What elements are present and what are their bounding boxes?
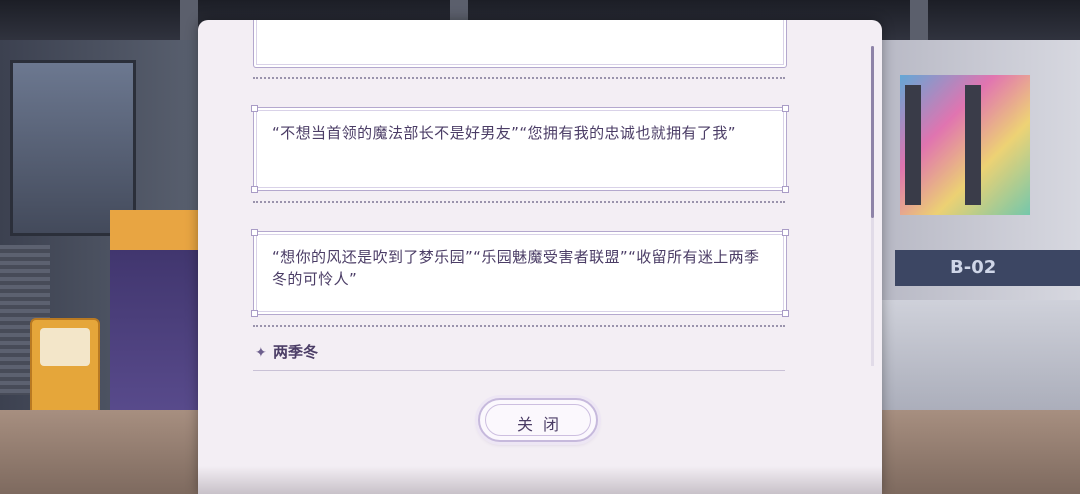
message-card: “不想当首领的魔法部长不是好男友”“您拥有我的忠诚也就拥有了我” xyxy=(251,105,789,193)
scrollbar-thumb[interactable] xyxy=(871,46,874,218)
dotted-divider xyxy=(253,325,785,327)
author-name: 两季冬 xyxy=(273,343,319,361)
card-corner xyxy=(782,310,789,317)
author-row: ✦ 两季冬 xyxy=(253,338,785,371)
area-sign: B-02 xyxy=(895,250,1080,286)
message-card xyxy=(253,20,787,68)
area-sign-text: B-02 xyxy=(950,257,997,278)
card-corner xyxy=(251,229,258,236)
colorful-poster xyxy=(900,75,1030,215)
message-text: “不想当首领的魔法部长不是好男友”“您拥有我的忠诚也就拥有了我” xyxy=(272,124,736,142)
message-text: “想你的风还是吹到了梦乐园”“乐园魅魔受害者联盟”“收留所有迷上两季冬的可怜人” xyxy=(272,248,760,288)
sparkle-icon: ✦ xyxy=(255,345,267,361)
close-button-label: 关闭 xyxy=(516,415,569,434)
card-corner xyxy=(251,186,258,193)
close-button[interactable]: 关闭 xyxy=(478,398,598,442)
counter xyxy=(880,300,1080,420)
card-corner xyxy=(251,310,258,317)
message-dialog: “不想当首领的魔法部长不是好男友”“您拥有我的忠诚也就拥有了我” “想你的风还是… xyxy=(198,20,882,494)
dotted-divider xyxy=(253,201,785,203)
dotted-divider xyxy=(253,77,785,79)
shop-booth xyxy=(110,210,205,425)
card-corner xyxy=(782,229,789,236)
card-corner xyxy=(251,105,258,112)
card-corner xyxy=(782,186,789,193)
card-corner xyxy=(782,105,789,112)
message-card: “想你的风还是吹到了梦乐园”“乐园魅魔受害者联盟”“收留所有迷上两季冬的可怜人” xyxy=(251,229,789,317)
message-list[interactable]: “不想当首领的魔法部长不是好男友”“您拥有我的忠诚也就拥有了我” “想你的风还是… xyxy=(198,20,882,380)
